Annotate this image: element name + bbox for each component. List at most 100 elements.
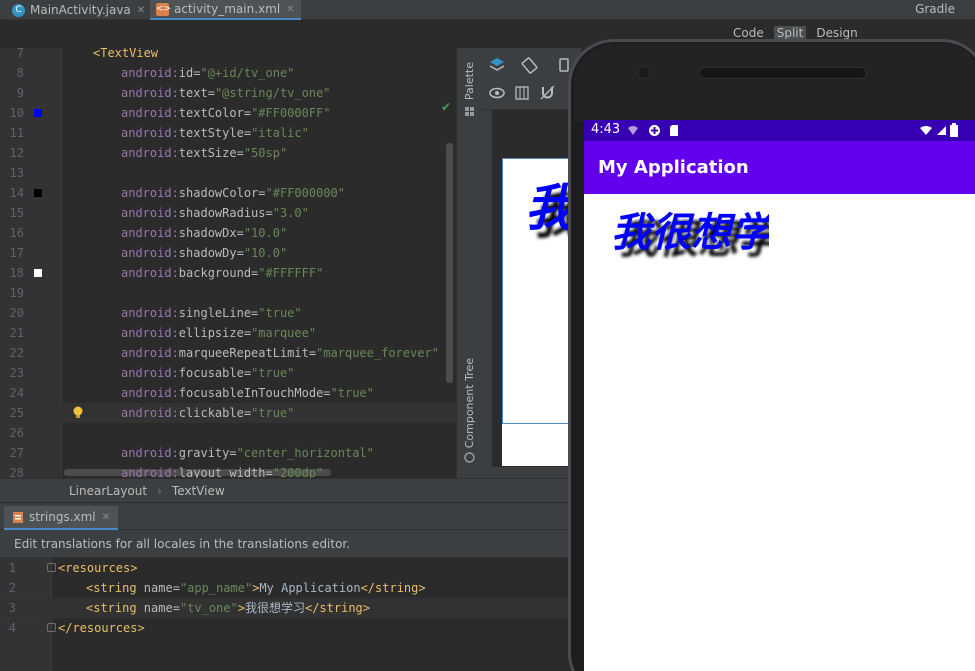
code-line[interactable]: 25 android:clickable="true": [0, 403, 456, 423]
component-tree-tab[interactable]: Component Tree: [463, 358, 476, 448]
bottom-tab-bar: strings.xml ✕: [0, 503, 568, 530]
code-line[interactable]: 10 android:textColor="#FF0000FF": [0, 103, 456, 123]
xml-attribute-value: "tv_one": [179, 601, 238, 615]
equals-sign: =: [236, 246, 244, 260]
xml-attribute-value: "true": [251, 406, 295, 420]
code-line[interactable]: 27 android:gravity="center_horizontal": [0, 443, 456, 463]
equals-sign: =: [265, 466, 273, 478]
code-line[interactable]: 17 android:shadowDy="10.0": [0, 243, 456, 263]
code-line[interactable]: 18 android:background="#FFFFFF": [0, 263, 456, 283]
color-swatch[interactable]: [34, 109, 42, 117]
xml-attribute-name: marqueeRepeatLimit: [178, 346, 309, 360]
app-bar-title: My Application: [584, 141, 975, 194]
magnet-off-icon[interactable]: [540, 85, 555, 100]
xml-attribute-value: "@string/tv_one": [214, 86, 331, 100]
code-line[interactable]: 8 android:id="@+id/tv_one": [0, 63, 456, 83]
java-class-icon: C: [12, 3, 25, 17]
xml-namespace: android:: [121, 206, 179, 220]
code-line[interactable]: 16 android:shadowDx="10.0": [0, 223, 456, 243]
xml-code-editor[interactable]: ✔ 7 <TextView 8 android:id="@+id/tv_one" 9 an…: [0, 48, 456, 478]
line-number: 21: [9, 326, 24, 340]
breadcrumb-linearlayout[interactable]: LinearLayout: [69, 484, 147, 498]
code-line[interactable]: 23 android:focusable="true": [0, 363, 456, 383]
xml-namespace: android:: [121, 86, 179, 100]
front-camera: [637, 66, 650, 79]
close-icon[interactable]: ✕: [137, 5, 145, 16]
xml-attribute-value: "@+id/tv_one": [200, 66, 295, 80]
palette-tab[interactable]: Palette: [463, 62, 476, 100]
line-number: 10: [9, 106, 24, 120]
fold-icon[interactable]: [47, 623, 56, 632]
equals-sign: =: [207, 86, 215, 100]
xml-attribute-value: "true": [258, 306, 302, 320]
line-number: 18: [9, 266, 24, 280]
equals-sign: =: [265, 206, 273, 220]
code-line[interactable]: 1 <resources>: [0, 558, 568, 578]
code-line[interactable]: 9 android:text="@string/tv_one": [0, 83, 456, 103]
code-line[interactable]: 22 android:marqueeRepeatLimit="marquee_fo…: [0, 343, 456, 363]
tab-activity-main[interactable]: <> activity_main.xml ✕: [150, 0, 301, 20]
translations-notice[interactable]: Edit translations for all locales in the…: [0, 530, 568, 558]
xml-attribute-name: focusableInTouchMode: [178, 386, 324, 400]
code-line[interactable]: 28 android:layout_width="200dp": [0, 463, 456, 478]
emulator-screen[interactable]: 4:43 My Application 我很想学: [584, 120, 975, 671]
tab-strings-xml[interactable]: strings.xml ✕: [4, 506, 119, 530]
code-line[interactable]: 13: [0, 163, 456, 183]
line-number: 4: [8, 621, 16, 635]
code-line[interactable]: 24 android:focusableInTouchMode="true": [0, 383, 456, 403]
xml-namespace: android:: [121, 66, 179, 80]
breadcrumb-textview[interactable]: TextView: [172, 484, 225, 498]
tab-main-activity[interactable]: C MainActivity.java ✕: [12, 0, 145, 20]
eye-icon[interactable]: [489, 87, 505, 99]
xml-tag: </string>: [360, 581, 426, 595]
code-line[interactable]: 12 android:textSize="50sp": [0, 143, 456, 163]
code-line[interactable]: 2 <string name="app_name">My Application<…: [0, 578, 568, 598]
fold-icon[interactable]: [47, 563, 56, 572]
xml-namespace: android:: [121, 326, 179, 340]
close-icon[interactable]: ✕: [102, 512, 110, 523]
code-line[interactable]: 14 android:shadowColor="#FF000000": [0, 183, 456, 203]
code-text: <string name="app_name">My Application</…: [86, 578, 426, 598]
color-swatch[interactable]: [34, 189, 42, 197]
line-number: 15: [9, 206, 24, 220]
equals-sign: =: [236, 146, 244, 160]
layers-icon[interactable]: [489, 57, 505, 73]
code-text: android:shadowDx="10.0": [121, 223, 287, 243]
earpiece-speaker: [699, 67, 867, 79]
marquee-textview[interactable]: 我很想学: [609, 196, 769, 260]
gradle-tool-tab[interactable]: Gradle: [915, 2, 955, 16]
close-icon[interactable]: ✕: [286, 4, 294, 15]
line-number: 27: [9, 446, 24, 460]
code-line[interactable]: 4 </resources>: [0, 618, 568, 638]
orientation-icon[interactable]: [521, 57, 538, 74]
wifi-icon: [920, 126, 932, 135]
device-icon[interactable]: [559, 58, 569, 72]
color-swatch[interactable]: [34, 269, 42, 277]
xml-tag: <string: [86, 581, 144, 595]
code-line[interactable]: 11 android:textStyle="italic": [0, 123, 456, 143]
strings-code-editor[interactable]: 1 <resources> 2 <string name="app_name">My …: [0, 558, 568, 671]
code-line[interactable]: 26: [0, 423, 456, 443]
code-line[interactable]: 15 android:shadowRadius="3.0": [0, 203, 456, 223]
xml-tag: <resources>: [58, 561, 138, 575]
xml-namespace: android:: [121, 346, 179, 360]
equals-sign: =: [236, 226, 244, 240]
code-line[interactable]: 20 android:singleLine="true": [0, 303, 456, 323]
code-line[interactable]: 21 android:ellipsize="marquee": [0, 323, 456, 343]
code-line[interactable]: 7 <TextView: [0, 48, 456, 63]
code-line[interactable]: 19: [0, 283, 456, 303]
equals-sign: =: [308, 346, 317, 360]
code-text: <resources>: [58, 558, 137, 578]
xml-attribute-name: shadowColor: [178, 186, 259, 200]
equals-sign: =: [243, 326, 252, 340]
component-tree-icon: [464, 452, 475, 463]
line-number: 12: [9, 146, 24, 160]
code-text: android:id="@+id/tv_one": [121, 63, 294, 83]
chevron-right-icon: ›: [157, 483, 162, 498]
intention-bulb-icon[interactable]: [73, 406, 83, 419]
xml-namespace: android:: [121, 466, 179, 478]
xml-layout-icon: <>: [156, 2, 172, 16]
blueprint-toggle-icon[interactable]: [515, 86, 529, 100]
code-text: android:text="@string/tv_one": [121, 83, 331, 103]
code-line[interactable]: 3 <string name="tv_one">我很想学习</string>: [0, 598, 568, 618]
